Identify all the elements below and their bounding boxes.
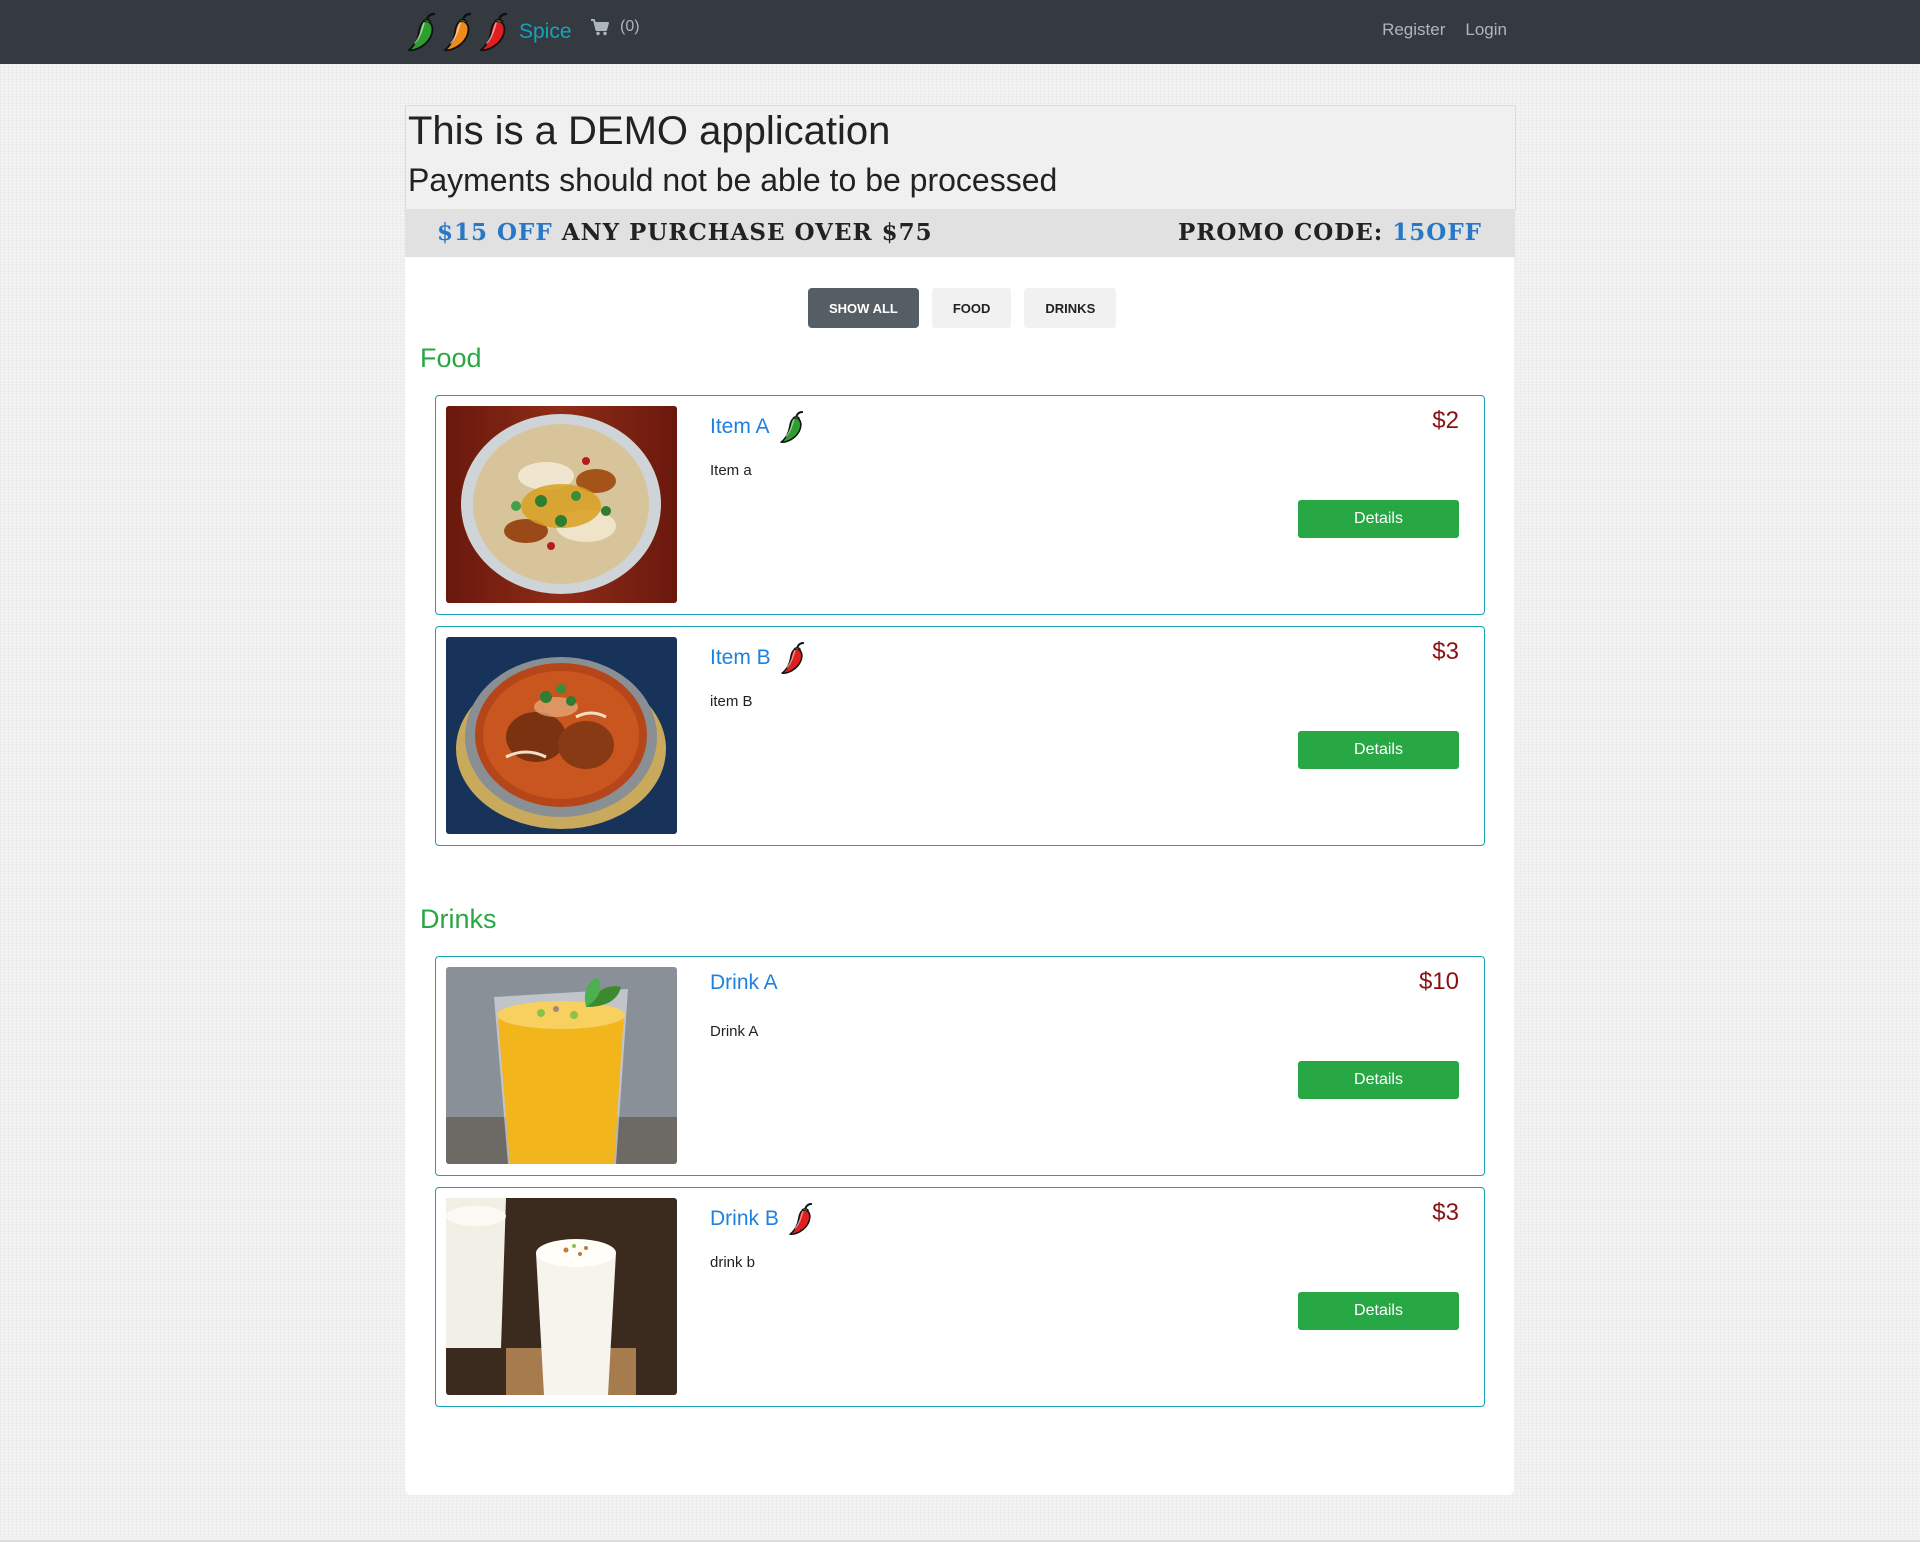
brand-link[interactable]: Spice [405,10,572,54]
section-title-drinks: Drinks [420,904,497,934]
cart-icon [591,19,609,36]
item-description: drink b [710,1254,756,1271]
menu-item-card: Item A Item a $2 Details [435,395,1485,615]
mango-lassi-image [446,967,677,1164]
promo-code: 15OFF [1392,219,1482,246]
item-price: $2 [1432,407,1459,434]
item-price: $3 [1432,638,1459,665]
red-pepper-icon [477,12,513,52]
cart-count: (0) [620,18,640,35]
red-pepper-icon [779,641,809,675]
login-link[interactable]: Login [1465,20,1507,40]
brand-name: Spice [519,20,572,43]
details-button[interactable]: Details [1298,1292,1459,1330]
filter-drinks-button[interactable]: DRINKS [1024,288,1117,328]
banner-title: This is a DEMO application [408,109,891,153]
details-button[interactable]: Details [1298,1061,1459,1099]
banner-subtitle: Payments should not be able to be proces… [408,162,1058,198]
food-image [446,406,677,603]
promo-code-block: PROMO CODE: 15OFF [1178,219,1482,246]
promo-banner: $15 OFF ANY PURCHASE OVER $75 PROMO CODE… [405,209,1515,257]
red-pepper-icon [787,1202,817,1236]
details-button[interactable]: Details [1298,731,1459,769]
item-name-link[interactable]: Item B [710,641,809,675]
promo-amount: $15 OFF [437,219,553,246]
item-price: $10 [1418,968,1459,995]
menu-item-card: Drink B drink b $3 Details [435,1187,1485,1407]
section-title-food: Food [420,343,482,373]
promo-text: ANY PURCHASE OVER $75 [561,219,933,246]
item-name-link[interactable]: Drink B [710,1202,817,1236]
menu-item-card: Item B item B $3 Details [435,626,1485,846]
navbar: Spice (0) Register Login [0,0,1920,64]
item-name: Item B [710,646,771,669]
item-name: Drink B [710,1207,779,1230]
filter-show-all-button[interactable]: SHOW ALL [808,288,919,328]
item-name: Item A [710,415,770,438]
promo-offer: $15 OFF ANY PURCHASE OVER $75 [437,219,933,246]
filter-food-button[interactable]: FOOD [931,288,1012,328]
promo-code-label: PROMO CODE: [1178,219,1384,246]
nav-right: Register Login [1382,20,1507,40]
menu-panel: SHOW ALL FOOD DRINKS Food Item A Item a … [405,257,1514,1495]
details-button[interactable]: Details [1298,500,1459,538]
item-name-link[interactable]: Drink A [710,971,778,995]
item-description: Item a [710,462,752,479]
green-pepper-icon [778,410,808,444]
item-description: item B [710,693,753,710]
curry-image [446,637,677,834]
cart-link[interactable]: (0) [590,18,640,36]
item-name: Drink A [710,971,778,994]
demo-banner: This is a DEMO application Payments shou… [405,105,1516,210]
orange-pepper-icon [441,12,477,52]
filter-bar: SHOW ALL FOOD DRINKS [808,288,1117,328]
item-name-link[interactable]: Item A [710,410,808,444]
register-link[interactable]: Register [1382,20,1445,40]
lassi-image [446,1198,677,1395]
item-price: $3 [1432,1199,1459,1226]
green-pepper-icon [405,12,441,52]
menu-item-card: Drink A Drink A $10 Details [435,956,1485,1176]
item-description: Drink A [710,1023,759,1040]
